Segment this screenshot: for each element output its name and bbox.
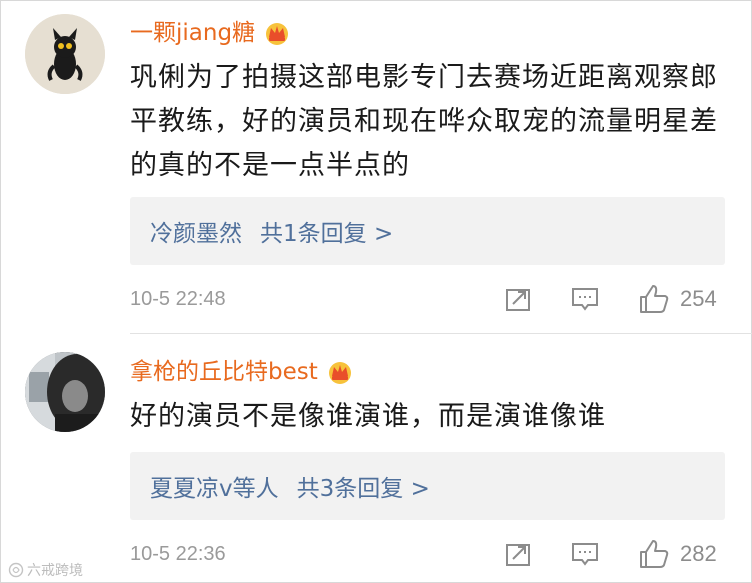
reply-button[interactable]: [570, 540, 600, 568]
comment-icon: [572, 543, 598, 566]
replies-preview[interactable]: 夏夏凉v等人 共3条回复 >: [130, 452, 725, 520]
comment-icon: [572, 288, 598, 311]
reply-author-names: 夏夏凉v等人: [150, 476, 279, 502]
reply-count-link[interactable]: 共1条回复 >: [260, 214, 393, 248]
comment-divider: [130, 333, 752, 334]
comment-text: 巩俐为了拍摄这部电影专门去赛场近距离观察郎平教练，好的演员和现在哗众取宠的流量明…: [130, 62, 718, 181]
like-count: 282: [680, 541, 717, 566]
comment-footer: 10-5 22:36 282: [130, 534, 730, 574]
like-button[interactable]: 282: [638, 538, 717, 570]
comment-username[interactable]: 一颗jiang糖: [130, 18, 291, 48]
thumbs-up-icon: [640, 540, 669, 568]
reply-author-names: 冷颜墨然: [150, 221, 242, 247]
watermark-logo-icon: [8, 562, 24, 578]
comment-timestamp: 10-5 22:48: [130, 287, 226, 310]
comment-timestamp: 10-5 22:36: [130, 542, 226, 565]
reply-count-link[interactable]: 共3条回复 >: [297, 469, 430, 503]
avatar-cat-image: [25, 14, 105, 94]
username-label: 一颗jiang糖: [130, 20, 256, 46]
crown-badge-icon: [263, 19, 291, 47]
like-button[interactable]: 254: [638, 283, 717, 315]
share-icon: [506, 289, 530, 311]
share-icon: [506, 544, 530, 566]
reply-button[interactable]: [570, 285, 600, 313]
share-button[interactable]: [504, 285, 532, 313]
comment-footer: 10-5 22:48 254: [130, 279, 730, 319]
username-label: 拿枪的丘比特best: [130, 359, 318, 385]
comment-text: 好的演员不是像谁演谁，而是演谁像谁: [130, 401, 606, 432]
like-count: 254: [680, 286, 717, 311]
avatar[interactable]: [25, 14, 105, 94]
replies-preview[interactable]: 冷颜墨然 共1条回复 >: [130, 197, 725, 265]
share-button[interactable]: [504, 540, 532, 568]
avatar[interactable]: [25, 352, 105, 432]
comment-username[interactable]: 拿枪的丘比特best: [130, 357, 354, 387]
thumbs-up-icon: [640, 285, 669, 313]
watermark-text: 六戒跨境: [27, 563, 83, 579]
watermark: 六戒跨境: [8, 560, 83, 580]
avatar-photo-image: [25, 352, 105, 432]
crown-badge-icon: [326, 358, 354, 386]
